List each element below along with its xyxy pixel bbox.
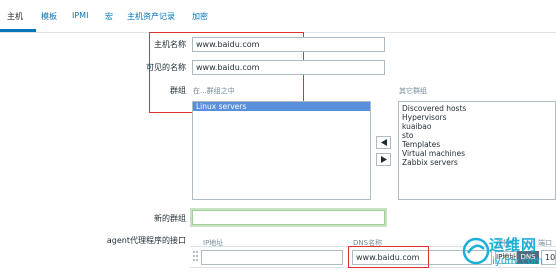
move-right-button[interactable] [376, 153, 391, 166]
visible-name-input[interactable]: www.baidu.com [192, 60, 385, 75]
in-groups-listbox[interactable]: Linux servers [192, 101, 371, 200]
arrow-right-icon [381, 156, 387, 163]
tab-encryption[interactable]: 加密 [192, 11, 208, 22]
tab-host[interactable]: 主机 [7, 11, 23, 22]
list-item[interactable]: Templates [399, 140, 555, 149]
host-name-input[interactable]: www.baidu.com [192, 37, 385, 52]
list-item[interactable]: Hypervisors [399, 113, 555, 122]
host-name-label: 主机名称 [154, 40, 186, 49]
tab-templates[interactable]: 模板 [41, 11, 57, 22]
annotation-box-dns [348, 246, 429, 268]
other-groups-header: 其它群组 [399, 87, 427, 95]
list-item[interactable]: Zabbix servers [399, 158, 555, 167]
list-item[interactable]: sto [399, 131, 555, 140]
in-groups-header: 在...群组之中 [193, 87, 235, 95]
ip-address-input[interactable] [201, 250, 343, 265]
list-item[interactable]: kuaibao [399, 122, 555, 131]
tab-ipmi[interactable]: IPMI [72, 11, 88, 20]
tab-macros[interactable]: 宏 [105, 11, 113, 22]
other-groups-listbox[interactable]: Discovered hosts Hypervisors kuaibao sto… [398, 101, 556, 200]
list-item[interactable]: Virtual machines [399, 149, 555, 158]
tab-bar: 主机 模板 IPMI 宏 主机资产记录 加密 [0, 0, 556, 33]
groups-label: 群组 [170, 86, 186, 95]
new-group-input[interactable] [190, 208, 387, 227]
active-tab-indicator [0, 29, 36, 32]
watermark: 运维网 iyunv.com [459, 232, 556, 272]
new-group-label: 新的群组 [154, 214, 186, 223]
watermark-logo-icon [462, 237, 490, 265]
watermark-title: 运维网 [489, 236, 538, 254]
watermark-url: iyunv.com [492, 256, 544, 267]
agent-interfaces-label: agent代理程序的接口 [106, 236, 186, 245]
visible-name-label: 可见的名称 [146, 63, 186, 72]
list-item[interactable]: Discovered hosts [399, 104, 555, 113]
list-item[interactable]: Linux servers [193, 102, 370, 111]
move-left-button[interactable] [376, 136, 391, 149]
arrow-left-icon [381, 139, 387, 146]
tab-inventory[interactable]: 主机资产记录 [127, 11, 175, 22]
drag-handle-icon[interactable] [193, 251, 199, 263]
